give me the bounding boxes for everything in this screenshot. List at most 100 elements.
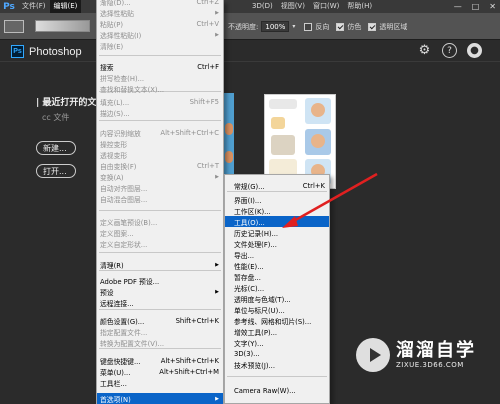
- preferences-menu-item[interactable]: 工具(O)...: [225, 216, 329, 227]
- edit-menu-item[interactable]: 工具栏...: [97, 377, 223, 388]
- new-button[interactable]: 新建...: [36, 141, 76, 155]
- preferences-menu-item[interactable]: 导出...: [225, 249, 329, 260]
- edit-menu-item[interactable]: 描边(S)...: [97, 107, 223, 118]
- menu-item-label: 增效工具(P)...: [234, 328, 278, 337]
- preferences-menu-item[interactable]: 技术预览(J)...: [225, 359, 329, 370]
- maximize-icon[interactable]: □: [472, 0, 480, 13]
- open-button[interactable]: 打开...: [36, 164, 76, 178]
- watermark-brand: 溜溜自学: [396, 340, 476, 361]
- minimize-icon[interactable]: —: [454, 0, 462, 13]
- edit-menu-item[interactable]: 定义图案...: [97, 227, 223, 238]
- preferences-menu-item[interactable]: 历史记录(H)...: [225, 227, 329, 238]
- menu-item-shortcut: Alt+Shift+Ctrl+M: [159, 367, 219, 376]
- reverse-label: 反向: [315, 22, 330, 31]
- menu-separator: [99, 55, 221, 56]
- menu-item-shortcut: Shift+Ctrl+K: [175, 316, 219, 325]
- menu-file[interactable]: 文件(F): [18, 0, 50, 13]
- menu-item-label: 描边(S)...: [100, 109, 130, 118]
- menu-item-label: 导出...: [234, 251, 255, 260]
- menu-item-label: 历史记录(H)...: [234, 229, 279, 238]
- preferences-menu-item[interactable]: 单位与标尺(U)...: [225, 304, 329, 315]
- menu-item-label: 透明度与色域(T)...: [234, 295, 291, 304]
- edit-menu-item[interactable]: 指定配置文件...: [97, 326, 223, 337]
- gear-icon[interactable]: ⚙: [417, 43, 432, 58]
- menu-edit[interactable]: 编辑(E): [49, 0, 82, 13]
- preferences-menu-item[interactable]: 性能(E)...: [225, 260, 329, 271]
- menu-item-label: 文字(Y)...: [234, 339, 264, 348]
- edit-menu-item[interactable]: 填充(L)... Shift+F5: [97, 96, 223, 107]
- preferences-menu-item[interactable]: 参考线、网格和切片(S)...: [225, 315, 329, 326]
- preferences-menu-item[interactable]: 常规(G)... Ctrl+K: [225, 180, 329, 191]
- preferences-menu-item[interactable]: 增效工具(P)...: [225, 326, 329, 337]
- menu-item-shortcut: Alt+Shift+Ctrl+C: [160, 128, 219, 137]
- edit-menu-item[interactable]: 拼写检查(H)...: [97, 72, 223, 83]
- edit-menu-item[interactable]: 预设 ▶: [97, 286, 223, 297]
- preferences-menu-item[interactable]: 3D(3)...: [225, 348, 329, 359]
- edit-menu-item[interactable]: 菜单(U)... Alt+Shift+Ctrl+M: [97, 366, 223, 377]
- edit-menu-item[interactable]: 清除(E): [97, 40, 223, 51]
- edit-menu-item[interactable]: 渐隐(D)... Ctrl+Z: [97, 0, 223, 7]
- edit-menu-item[interactable]: Adobe PDF 预设...: [97, 275, 223, 286]
- menu-3d[interactable]: 3D(D): [248, 0, 277, 13]
- preferences-menu-item[interactable]: 文字(Y)...: [225, 337, 329, 348]
- edit-menu-item[interactable]: 键盘快捷键... Alt+Shift+Ctrl+K: [97, 355, 223, 366]
- transparency-label: 透明区域: [379, 22, 408, 31]
- close-icon[interactable]: ✕: [489, 0, 496, 13]
- menu-separator: [227, 191, 327, 192]
- edit-menu-item[interactable]: 查找和替换文本(X)...: [97, 83, 223, 94]
- opacity-field[interactable]: 100%: [261, 21, 290, 32]
- watermark-logo-icon: [356, 338, 390, 372]
- watermark-url: ZIXUE.3D66.COM: [396, 361, 464, 369]
- edit-menu-item[interactable]: 自动混合图层...: [97, 193, 223, 204]
- gradient-picker[interactable]: [35, 20, 90, 32]
- menu-help[interactable]: 帮助(H): [343, 0, 376, 13]
- edit-menu-item[interactable]: 自由变换(F) Ctrl+T: [97, 160, 223, 171]
- edit-menu-item[interactable]: 颜色设置(G)... Shift+Ctrl+K: [97, 315, 223, 326]
- menu-separator: [99, 309, 221, 310]
- cc-files-label[interactable]: cc 文件: [42, 112, 69, 123]
- menu-separator: [99, 210, 221, 211]
- edit-menu-item[interactable]: 定义自定形状...: [97, 238, 223, 249]
- edit-menu-item[interactable]: 清理(R) ▶: [97, 259, 223, 270]
- preferences-menu-item[interactable]: 光标(C)...: [225, 282, 329, 293]
- edit-menu-item[interactable]: 操控变形: [97, 138, 223, 149]
- edit-menu-item[interactable]: 首选项(N) ▶: [97, 393, 223, 404]
- preferences-menu-item[interactable]: 透明度与色域(T)...: [225, 293, 329, 304]
- menu-item-label: 技术预览(J)...: [234, 361, 275, 370]
- edit-menu-item[interactable]: 自动对齐图层...: [97, 182, 223, 193]
- photoshop-app-icon[interactable]: Ps: [0, 0, 18, 13]
- help-icon[interactable]: ?: [442, 43, 457, 58]
- edit-menu-item[interactable]: 选择性粘贴 ▶: [97, 7, 223, 18]
- edit-menu-item[interactable]: 定义画笔预设(B)...: [97, 216, 223, 227]
- menu-item-label: 工具(O)...: [234, 218, 265, 227]
- menu-item-shortcut: Ctrl+V: [196, 19, 219, 28]
- options-right-group: 不透明度: 100% ▾ 反向 仿色 透明区域: [228, 21, 407, 32]
- user-icon[interactable]: ●: [467, 43, 482, 58]
- submenu-arrow-icon: ▶: [215, 261, 219, 268]
- edit-menu-item[interactable]: 透视变形: [97, 149, 223, 160]
- preferences-menu-item[interactable]: 文件处理(F)...: [225, 238, 329, 249]
- transparency-checkbox[interactable]: [368, 22, 377, 31]
- recent-files-title: | 最近打开的文: [36, 98, 97, 108]
- menu-item-label: 粘贴(P): [100, 20, 123, 29]
- edit-menu-item[interactable]: 搜索 Ctrl+F: [97, 61, 223, 72]
- reverse-checkbox[interactable]: [304, 22, 313, 31]
- edit-menu-item[interactable]: 内容识别缩放 Alt+Shift+Ctrl+C: [97, 127, 223, 138]
- preferences-menu-item[interactable]: Camera Raw(W)...: [225, 385, 329, 396]
- dither-checkbox[interactable]: [336, 22, 345, 31]
- app-name: Photoshop: [29, 45, 82, 58]
- edit-menu-item[interactable]: 远程连接...: [97, 297, 223, 308]
- edit-menu-item[interactable]: 选择性粘贴(I) ▶: [97, 29, 223, 40]
- menu-item-label: 键盘快捷键...: [100, 357, 141, 366]
- edit-menu-item[interactable]: 变换(A) ▶: [97, 171, 223, 182]
- chevron-down-icon[interactable]: ▾: [292, 23, 295, 30]
- preferences-menu-item[interactable]: 工作区(K)...: [225, 205, 329, 216]
- preferences-menu-item[interactable]: 暂存盘...: [225, 271, 329, 282]
- tool-preset-icon[interactable]: [4, 20, 24, 33]
- preferences-menu-item[interactable]: 界面(I)...: [225, 194, 329, 205]
- menu-view[interactable]: 视图(V): [277, 0, 309, 13]
- menu-window[interactable]: 窗口(W): [309, 0, 343, 13]
- edit-menu-item[interactable]: 粘贴(P) Ctrl+V: [97, 18, 223, 29]
- edit-menu-item[interactable]: 转换为配置文件(V)...: [97, 337, 223, 348]
- menu-item-label: 菜单(U)...: [100, 368, 131, 377]
